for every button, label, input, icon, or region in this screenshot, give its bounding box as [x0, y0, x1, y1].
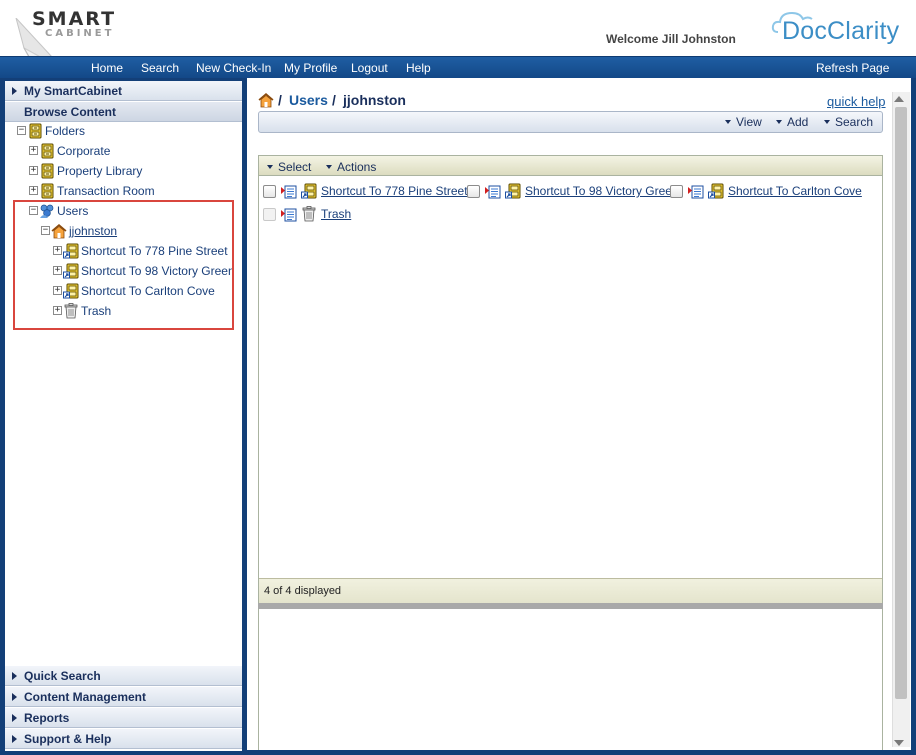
nav-home[interactable]: Home	[91, 61, 123, 75]
nav-new-check-in[interactable]: New Check-In	[196, 61, 271, 75]
open-document-icon[interactable]	[688, 184, 704, 200]
scroll-down-arrow-icon[interactable]	[894, 740, 904, 746]
accordion-label: Support & Help	[24, 732, 112, 746]
folder-cabinet-icon	[27, 123, 43, 139]
nav-search[interactable]: Search	[141, 61, 179, 75]
left-frame: My SmartCabinet Browse Content − Folders…	[0, 78, 247, 755]
expand-arrow-icon	[12, 87, 17, 95]
accordion-label: My SmartCabinet	[24, 84, 123, 98]
item-checkbox[interactable]	[670, 185, 683, 198]
breadcrumb-separator: /	[332, 92, 336, 108]
expand-arrow-icon	[12, 672, 17, 680]
item-checkbox	[263, 208, 276, 221]
expand-toggle-icon[interactable]: +	[29, 166, 38, 175]
content-list-panel: Select Actions Shortcut To 778 Pine Stre…	[258, 155, 883, 605]
welcome-text: Welcome Jill Johnston	[606, 32, 736, 46]
scrollbar-thumb[interactable]	[895, 107, 907, 699]
expand-arrow-icon	[12, 693, 17, 701]
add-label: Add	[787, 115, 809, 129]
select-menu[interactable]: Select	[267, 160, 311, 174]
tree-label[interactable]: Transaction Room	[57, 184, 155, 198]
chevron-down-icon	[725, 120, 731, 124]
accordion-quick-search[interactable]: Quick Search	[5, 666, 242, 686]
chevron-down-icon	[326, 165, 332, 169]
item-checkbox[interactable]	[263, 185, 276, 198]
shortcut-icon	[708, 183, 724, 199]
cabinet-icon	[39, 143, 55, 159]
accordion-label: Reports	[24, 711, 70, 725]
accordion-label: Quick Search	[24, 669, 101, 683]
actions-menu[interactable]: Actions	[326, 160, 376, 174]
brand-name: DocClarity	[782, 17, 900, 45]
cabinet-icon	[39, 183, 55, 199]
nav-refresh-page[interactable]: Refresh Page	[816, 61, 889, 75]
add-menu[interactable]: Add	[776, 115, 808, 129]
breadcrumb-users-link[interactable]: Users	[289, 92, 328, 108]
accordion-content-management[interactable]: Content Management	[5, 687, 242, 707]
logo-cabinet-text: CABINET	[45, 28, 115, 39]
view-menu[interactable]: View	[725, 115, 762, 129]
open-document-icon[interactable]	[485, 184, 501, 200]
shortcut-icon	[301, 183, 317, 199]
frame-border-bottom	[247, 750, 911, 755]
actions-label: Actions	[337, 160, 377, 174]
accordion-my-smartcabinet[interactable]: My SmartCabinet	[5, 81, 242, 101]
quick-help-link[interactable]: quick help	[827, 94, 886, 109]
list-header: Select Actions	[259, 156, 882, 176]
item-checkbox[interactable]	[467, 185, 480, 198]
accordion-label: Content Management	[24, 690, 147, 704]
open-document-icon[interactable]	[281, 207, 297, 223]
accordion-label: Browse Content	[24, 105, 117, 119]
logo-smart-text: SMART	[32, 8, 117, 30]
accordion-browse-content[interactable]: Browse Content	[5, 102, 242, 122]
search-menu[interactable]: Search	[824, 115, 873, 129]
tree-label[interactable]: Property Library	[57, 164, 142, 178]
expand-toggle-icon[interactable]: +	[29, 146, 38, 155]
shortcut-icon	[505, 183, 521, 199]
chevron-down-icon	[824, 120, 830, 124]
expand-arrow-icon	[12, 735, 17, 743]
nav-bar: Home Search New Check-In My Profile Logo…	[0, 56, 916, 78]
scroll-up-arrow-icon[interactable]	[894, 96, 904, 102]
sidebar: My SmartCabinet Browse Content − Folders…	[5, 81, 242, 751]
expand-arrow-icon	[12, 714, 17, 722]
header: SMART CABINET Welcome Jill Johnston DocC…	[0, 0, 916, 79]
search-label: Search	[835, 115, 874, 129]
chevron-down-icon	[267, 165, 273, 169]
breadcrumb-current: jjohnston	[343, 92, 406, 108]
docclarity-logo: DocClarity	[770, 8, 910, 48]
chevron-down-icon	[776, 120, 782, 124]
select-label: Select	[278, 160, 312, 174]
tree-label[interactable]: Folders	[45, 124, 85, 138]
item-link[interactable]: Shortcut To Carlton Cove	[728, 184, 862, 198]
nav-my-profile[interactable]: My Profile	[284, 61, 337, 75]
frame-border-right	[911, 78, 916, 755]
home-icon[interactable]	[258, 92, 274, 108]
list-footer: 4 of 4 displayed	[259, 578, 882, 604]
toolbar: View Add Search	[258, 111, 883, 133]
collapse-toggle-icon[interactable]: −	[17, 126, 26, 135]
trash-icon	[301, 206, 317, 222]
item-link[interactable]: Trash	[321, 207, 351, 221]
expand-toggle-icon[interactable]: +	[29, 186, 38, 195]
item-count-status: 4 of 4 displayed	[264, 585, 342, 597]
nav-help[interactable]: Help	[406, 61, 431, 75]
detail-pane	[258, 609, 883, 755]
cabinet-icon	[39, 163, 55, 179]
accordion-support-help[interactable]: Support & Help	[5, 729, 242, 749]
open-document-icon[interactable]	[281, 184, 297, 200]
nav-logout[interactable]: Logout	[351, 61, 388, 75]
item-link[interactable]: Shortcut To 98 Victory Green	[525, 184, 679, 198]
view-label: View	[736, 115, 762, 129]
item-link[interactable]: Shortcut To 778 Pine Street	[321, 184, 468, 198]
highlight-box	[13, 200, 234, 330]
accordion-reports[interactable]: Reports	[5, 708, 242, 728]
tree-label[interactable]: Corporate	[57, 144, 110, 158]
breadcrumb-separator: /	[278, 92, 282, 108]
